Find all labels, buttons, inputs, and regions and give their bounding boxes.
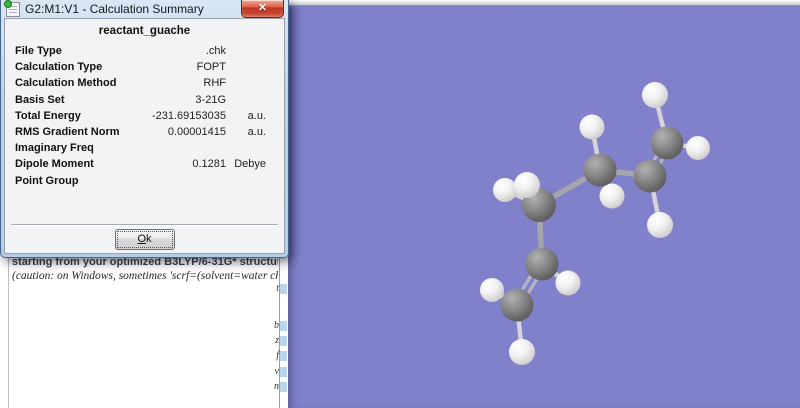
- close-icon: ✕: [257, 2, 268, 14]
- summary-row-value: 3-21G: [195, 93, 226, 106]
- atom-H[interactable]: [480, 278, 504, 302]
- summary-row-unit: a.u.: [247, 126, 266, 139]
- selection-highlight: [280, 366, 287, 377]
- summary-row-label: Basis Set: [15, 93, 65, 106]
- summary-row-label: Calculation Type: [15, 61, 103, 74]
- close-button[interactable]: ✕: [241, 0, 284, 18]
- atom-H[interactable]: [647, 212, 673, 238]
- summary-row-value: -231.69153035: [151, 109, 226, 122]
- atom-C[interactable]: [500, 288, 534, 322]
- summary-row-label: File Type: [15, 45, 62, 58]
- clipped-text-fragment: n: [274, 381, 287, 392]
- atom-H[interactable]: [686, 136, 710, 160]
- summary-row-value: 0.00001415: [167, 126, 226, 139]
- summary-row-unit: a.u.: [247, 109, 266, 122]
- atom-C[interactable]: [650, 126, 684, 160]
- molecule-canvas[interactable]: [288, 6, 800, 408]
- dialog-title-bar[interactable]: G2:M1:V1 - Calculation Summary ✕: [1, 0, 288, 18]
- atom-C[interactable]: [583, 153, 617, 187]
- clipped-text-fragment: z: [275, 335, 287, 346]
- summary-table: File Type .chk Calculation Type FOPT Calcula…: [5, 43, 284, 189]
- summary-row: Dipole Moment 0.1281 Debye: [5, 156, 284, 172]
- summary-row-value: RHF: [203, 77, 226, 90]
- atom-H[interactable]: [514, 172, 540, 198]
- atom-H[interactable]: [599, 183, 625, 209]
- summary-row: Calculation Type FOPT: [5, 59, 284, 75]
- atom-H[interactable]: [642, 82, 668, 108]
- summary-row-label: Dipole Moment: [15, 158, 94, 171]
- summary-row: Imaginary Freq: [5, 140, 284, 156]
- atom-H[interactable]: [579, 114, 605, 140]
- separator: [11, 224, 278, 226]
- gaussview-screen: starting from your optimized B3LYP/6-31G…: [0, 0, 800, 408]
- summary-row: Total Energy -231.69153035 a.u.: [5, 108, 284, 124]
- dialog-title: G2:M1:V1 - Calculation Summary: [25, 2, 204, 16]
- summary-row: Calculation Method RHF: [5, 75, 284, 91]
- summary-row: RMS Gradient Norm 0.00001415 a.u.: [5, 124, 284, 140]
- summary-row-label: RMS Gradient Norm: [15, 126, 120, 139]
- summary-row-label: Calculation Method: [15, 77, 117, 90]
- clipped-text-fragment: f: [276, 350, 287, 361]
- summary-row: File Type .chk: [5, 43, 284, 59]
- molecule-name: reactant_guache: [98, 25, 191, 37]
- summary-row-label: Imaginary Freq: [15, 142, 94, 155]
- selection-highlight: [280, 320, 287, 331]
- atom-H[interactable]: [555, 270, 581, 296]
- summary-row-value: 0.1281: [192, 158, 226, 171]
- clipped-text-fragment: t: [276, 283, 287, 294]
- summary-row-label: Point Group: [15, 174, 79, 187]
- summary-row-value: FOPT: [196, 61, 226, 74]
- selection-highlight: [280, 283, 287, 294]
- document-text-line: (caution: on Windows, sometimes 'scrf=(s…: [12, 270, 278, 282]
- summary-row: Point Group: [5, 173, 284, 189]
- atom-C[interactable]: [633, 159, 667, 193]
- dialog-client-area: reactant_guache File Type .chk Calculation…: [4, 18, 285, 254]
- ok-button-label: Ok: [116, 231, 173, 248]
- selection-highlight: [280, 381, 287, 392]
- selection-highlight: [280, 350, 287, 361]
- summary-row-value: .chk: [205, 45, 226, 58]
- atom-H[interactable]: [493, 178, 517, 202]
- selection-highlight: [280, 335, 287, 346]
- clipped-text-fragment: v: [275, 366, 287, 377]
- atom-C[interactable]: [525, 247, 559, 281]
- molecule-viewport[interactable]: [288, 0, 800, 408]
- summary-row-unit: Debye: [234, 158, 266, 171]
- summary-row-label: Total Energy: [15, 109, 81, 122]
- notes-document: starting from your optimized B3LYP/6-31G…: [0, 250, 288, 408]
- atom-H[interactable]: [509, 339, 535, 365]
- ok-button[interactable]: Ok: [114, 229, 175, 250]
- summary-row: Basis Set 3-21G: [5, 92, 284, 108]
- calculation-summary-dialog: G2:M1:V1 - Calculation Summary ✕ reactan…: [0, 0, 289, 258]
- clipped-text-fragment: b: [274, 320, 287, 331]
- gaussview-file-icon: [4, 0, 20, 17]
